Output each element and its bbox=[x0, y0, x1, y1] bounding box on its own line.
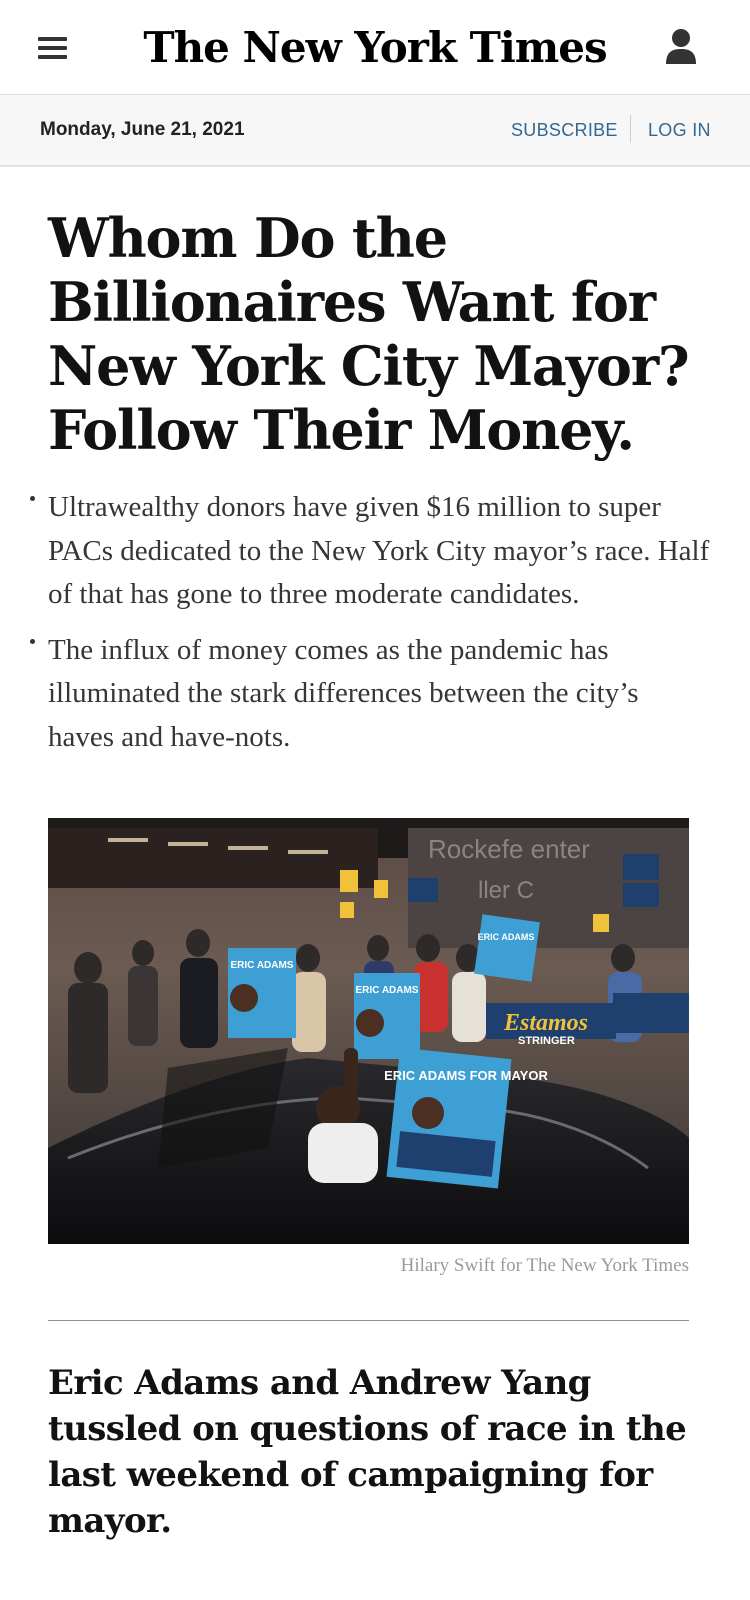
summary-text: The influx of money comes as the pandemi… bbox=[48, 633, 639, 753]
svg-text:Estamos: Estamos bbox=[503, 1010, 588, 1036]
divider bbox=[630, 115, 631, 143]
top-bar: The New York Times bbox=[0, 0, 750, 95]
sign-text: ERIC ADAMS bbox=[478, 932, 535, 942]
article-headline[interactable]: Whom Do the Billionaires Want for New Yo… bbox=[48, 206, 708, 462]
masthead-logo[interactable]: The New York Times bbox=[0, 18, 750, 78]
date-bar: Monday, June 21, 2021 SUBSCRIBE LOG IN bbox=[0, 95, 750, 167]
summary-item: Ultrawealthy donors have given $16 milli… bbox=[30, 486, 710, 617]
next-story-headline[interactable]: Eric Adams and Andrew Yang tussled on qu… bbox=[48, 1360, 688, 1544]
sign-text: ERIC ADAMS bbox=[356, 985, 419, 996]
sign-text: STRINGER bbox=[518, 1035, 575, 1047]
campaign-sign: ERIC ADAMS bbox=[474, 914, 540, 982]
subscribe-link[interactable]: SUBSCRIBE bbox=[511, 120, 618, 141]
campaign-sign: ERIC ADAMS bbox=[354, 973, 420, 1059]
article-photo[interactable]: Rockefe enter ller C ERIC ADAMS ERIC ADA… bbox=[48, 818, 689, 1244]
svg-text:ller C: ller C bbox=[478, 877, 534, 904]
article-summary: Ultrawealthy donors have given $16 milli… bbox=[30, 486, 710, 771]
campaign-sign: ERIC ADAMS bbox=[228, 948, 296, 1038]
photo-credit: Hilary Swift for The New York Times bbox=[400, 1255, 689, 1276]
current-date: Monday, June 21, 2021 bbox=[40, 119, 245, 140]
sign-text: ERIC ADAMS FOR MAYOR bbox=[384, 1068, 548, 1083]
bullet-icon bbox=[30, 638, 35, 644]
svg-text:Rockefe enter: Rockefe enter bbox=[428, 834, 590, 864]
section-divider bbox=[48, 1320, 689, 1321]
summary-text: Ultrawealthy donors have given $16 milli… bbox=[48, 491, 710, 610]
summary-item: The influx of money comes as the pandemi… bbox=[30, 629, 710, 760]
user-icon[interactable] bbox=[664, 28, 698, 66]
login-link[interactable]: LOG IN bbox=[648, 120, 711, 141]
bullet-icon bbox=[30, 496, 35, 501]
sign-text: ERIC ADAMS bbox=[231, 960, 294, 971]
